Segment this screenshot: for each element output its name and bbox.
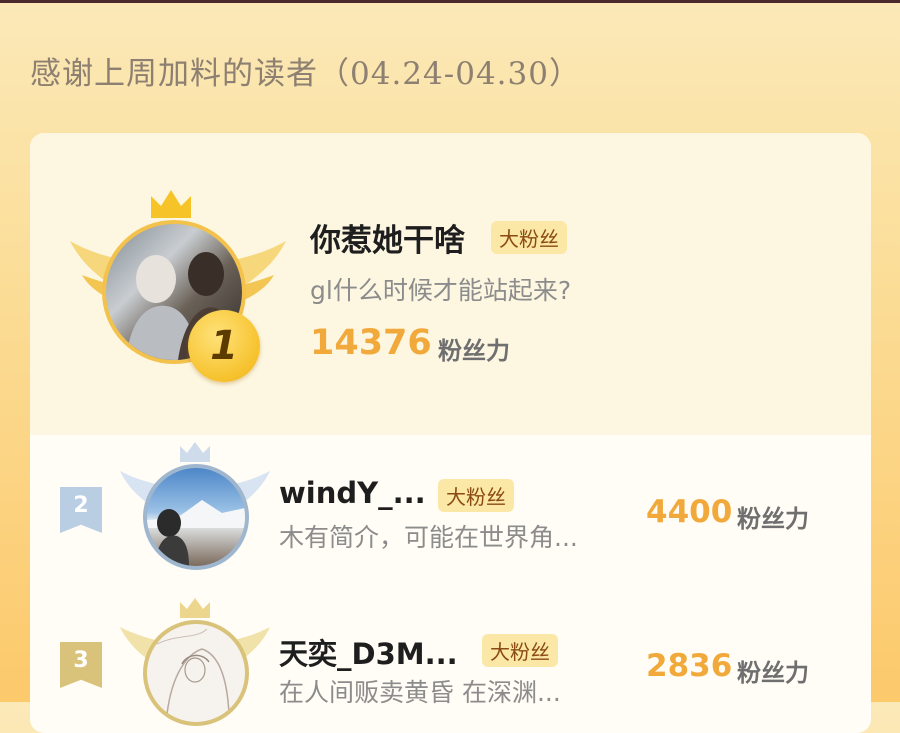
rank-badge: 1 [188,310,260,382]
fan-score-unit: 粉丝力 [737,659,809,687]
fan-level-badge: 大粉丝 [438,479,514,512]
first-place-row[interactable]: 1 你惹她干啥 大粉丝 gl什么时候才能站起来? 14376 粉丝力 [30,133,871,435]
fan-bio: 在人间贩卖黄昏 在深渊... [279,678,561,707]
fan-list-card: 1 你惹她干啥 大粉丝 gl什么时候才能站起来? 14376 粉丝力 2 win… [30,133,871,733]
top-border [0,0,900,3]
crown-icon [180,442,210,462]
fan-score-unit: 粉丝力 [438,337,510,365]
fan-name[interactable]: 天奕_D3M... [279,631,458,673]
fan-score: 2836 [646,648,733,684]
fan-bio: gl什么时候才能站起来? [310,276,572,305]
avatar[interactable] [143,620,249,726]
fan-score: 14376 [310,323,432,363]
fan-name[interactable]: windY_... [279,476,426,510]
crown-icon [180,598,210,618]
crown-icon [151,190,191,218]
fan-score-unit: 粉丝力 [737,505,809,533]
page-title: 感谢上周加料的读者（04.24-04.30） [30,56,581,92]
rank-flag: 3 [60,642,102,688]
avatar[interactable] [143,464,249,570]
fan-level-badge: 大粉丝 [491,221,567,254]
fan-level-badge: 大粉丝 [482,634,558,667]
rank-flag: 2 [60,487,102,533]
fan-score: 4400 [646,494,733,530]
fan-name[interactable]: 你惹她干啥 [310,215,465,260]
fan-bio: 木有简介，可能在世界角... [279,523,578,552]
